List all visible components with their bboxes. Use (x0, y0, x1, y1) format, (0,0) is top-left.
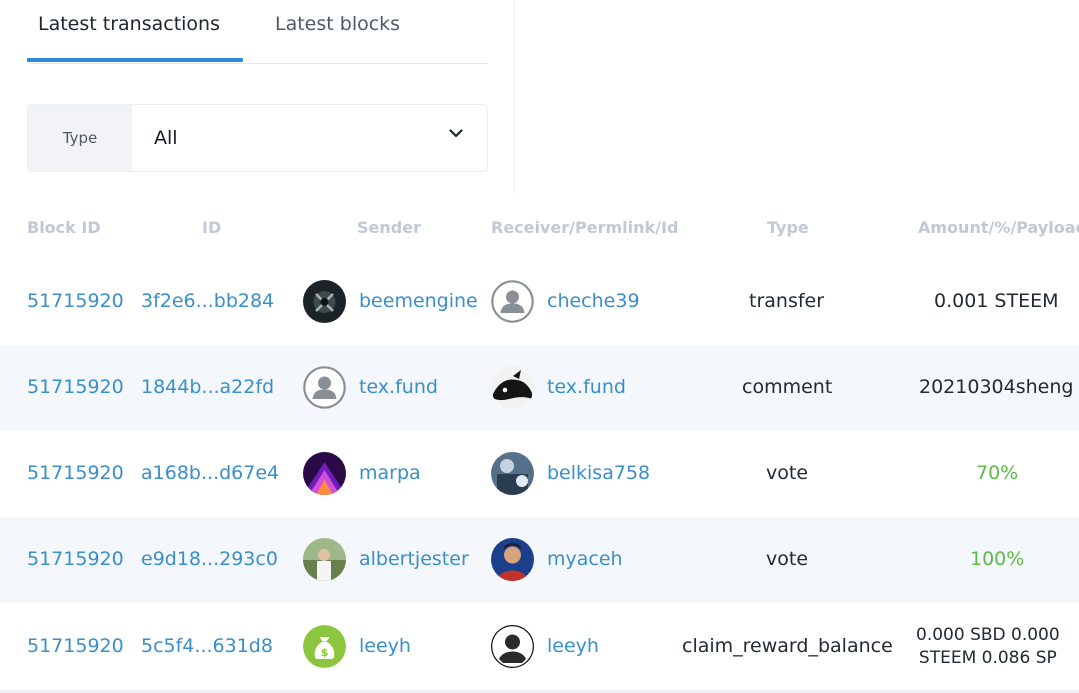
active-tab-indicator (27, 58, 243, 62)
reward-amount-line: 0.000 SBD 0.000 (916, 625, 1060, 645)
header-id: ID (202, 218, 222, 237)
receiver-avatar[interactable] (491, 625, 534, 668)
receiver-avatar[interactable] (491, 366, 534, 409)
table-row: 51715920 a168b...d67e4 marpa belkisa758 … (0, 431, 1079, 517)
header-block-id: Block ID (27, 218, 101, 237)
operation-type: vote (766, 548, 809, 570)
transaction-id-link[interactable]: a168b...d67e4 (141, 462, 279, 484)
transaction-id-link[interactable]: 3f2e6...bb284 (141, 290, 274, 312)
operation-type: transfer (749, 290, 825, 312)
tab-latest-transactions[interactable]: Latest transactions (38, 13, 220, 35)
money-bag-icon[interactable]: $ (303, 625, 346, 668)
sender-link[interactable]: tex.fund (359, 376, 438, 398)
header-sender: Sender (357, 218, 421, 237)
operation-type: comment (742, 376, 833, 398)
column-divider (514, 0, 515, 195)
block-id-link[interactable]: 51715920 (27, 376, 124, 398)
table-row: 51715920 e9d18...293c0 albertjester myac… (0, 517, 1079, 603)
sender-link[interactable]: leeyh (359, 635, 411, 657)
transaction-id-link[interactable]: 1844b...a22fd (141, 376, 274, 398)
receiver-link[interactable]: leeyh (547, 635, 599, 657)
svg-text:$: $ (321, 646, 329, 659)
operation-type: claim_reward_balance (682, 635, 893, 657)
sender-link[interactable]: beemengine (359, 290, 478, 312)
block-id-link[interactable]: 51715920 (27, 635, 124, 657)
receiver-link[interactable]: cheche39 (547, 290, 640, 312)
header-type: Type (767, 218, 809, 237)
tab-latest-blocks[interactable]: Latest blocks (275, 13, 400, 35)
type-select-value: All (154, 127, 178, 149)
receiver-avatar[interactable] (491, 538, 534, 581)
block-id-link[interactable]: 51715920 (27, 290, 124, 312)
vote-weight-value: 100% (970, 548, 1025, 570)
amount-value: 20210304sheng (919, 376, 1074, 398)
chevron-down-icon (449, 129, 463, 138)
block-id-link[interactable]: 51715920 (27, 462, 124, 484)
sender-avatar[interactable] (303, 538, 346, 581)
sender-avatar[interactable] (303, 280, 346, 323)
reward-amount-line: STEEM 0.086 SP (918, 648, 1057, 668)
default-user-icon[interactable] (491, 280, 534, 323)
sender-link[interactable]: marpa (359, 462, 421, 484)
reward-amount: 0.000 SBD 0.000 STEEM 0.086 SP (916, 624, 1060, 670)
receiver-link[interactable]: tex.fund (547, 376, 626, 398)
type-filter-label: Type (28, 105, 132, 171)
amount-value: 0.001 STEEM (934, 290, 1059, 312)
table-header: Block ID ID Sender Receiver/Permlink/Id … (0, 210, 1079, 246)
transaction-id-link[interactable]: 5c5f4...631d8 (141, 635, 273, 657)
table-row: 51715920 3f2e6...bb284 beemengine cheche… (0, 259, 1079, 345)
transaction-id-link[interactable]: e9d18...293c0 (141, 548, 278, 570)
header-receiver: Receiver/Permlink/Id (491, 218, 679, 237)
vote-weight-value: 70% (976, 462, 1019, 484)
table-row: 51715920 1844b...a22fd tex.fund tex.fund… (0, 345, 1079, 431)
table-row: 51715920 5c5f4...631d8 $ leeyh leeyh cla… (0, 603, 1079, 689)
type-filter: Type All (27, 104, 488, 172)
default-user-icon[interactable] (303, 366, 346, 409)
receiver-avatar[interactable] (491, 452, 534, 495)
type-select[interactable]: All (132, 105, 487, 171)
operation-type: vote (766, 462, 809, 484)
receiver-link[interactable]: belkisa758 (547, 462, 650, 484)
header-amount: Amount/%/Payload (918, 218, 1079, 237)
sender-link[interactable]: albertjester (359, 548, 469, 570)
block-id-link[interactable]: 51715920 (27, 548, 124, 570)
tab-bar: Latest transactions Latest blocks (27, 0, 488, 64)
receiver-link[interactable]: myaceh (547, 548, 623, 570)
sender-avatar[interactable] (303, 452, 346, 495)
